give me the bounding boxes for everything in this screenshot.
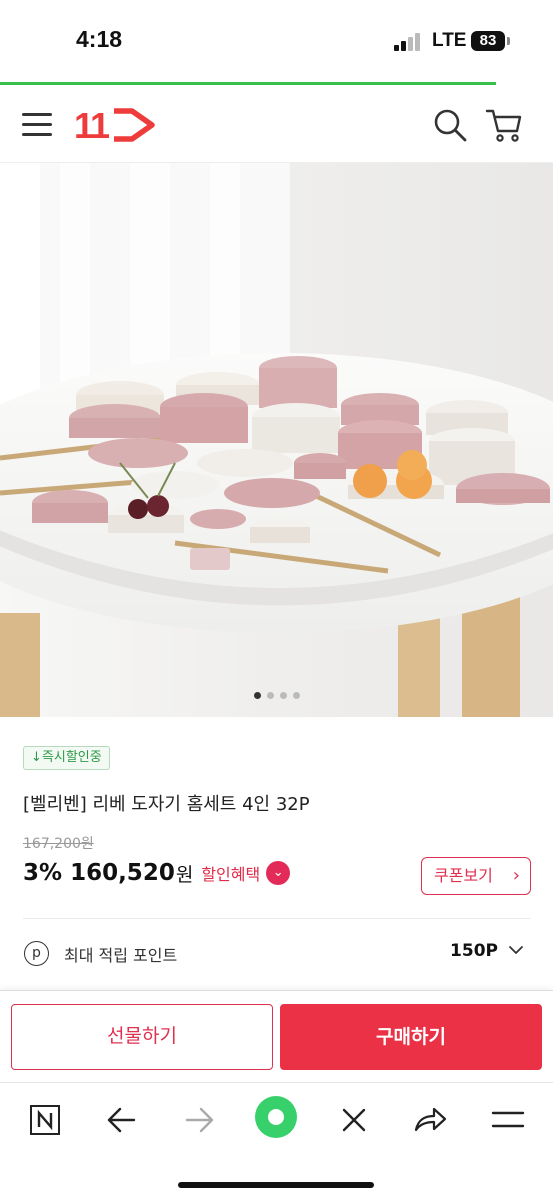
gift-button[interactable]: 선물하기	[11, 1004, 273, 1070]
green-dot-icon[interactable]	[254, 1095, 298, 1139]
status-time: 4:18	[76, 26, 123, 52]
cart-icon[interactable]	[484, 105, 524, 145]
signal-icon	[394, 31, 422, 51]
point-p-icon: p	[24, 941, 49, 966]
chevron-down-icon[interactable]	[508, 942, 524, 958]
search-icon[interactable]	[432, 107, 468, 143]
carousel-dot-3[interactable]	[279, 692, 287, 699]
menu-icon[interactable]	[22, 111, 52, 137]
product-image[interactable]	[0, 163, 553, 717]
carousel-dot-4[interactable]	[292, 692, 300, 699]
browser-toolbar	[0, 1082, 553, 1200]
hamburger-icon[interactable]	[488, 1099, 528, 1139]
eleven-st-logo[interactable]: 11	[74, 105, 158, 145]
logo-text: 11	[74, 105, 110, 145]
purchase-action-bar: 선물하기 구매하기	[0, 990, 553, 1082]
discount-benefit-link[interactable]: 할인혜택	[201, 861, 260, 885]
app-header: 11	[0, 85, 553, 163]
share-icon[interactable]	[410, 1099, 450, 1139]
buy-button[interactable]: 구매하기	[280, 1004, 542, 1070]
divider	[23, 918, 530, 919]
coupon-button-label: 쿠폰보기	[434, 866, 493, 885]
battery-icon: 83	[471, 31, 505, 51]
coupon-view-button[interactable]: 쿠폰보기 ›	[421, 857, 531, 895]
forward-arrow-icon[interactable]	[180, 1099, 220, 1139]
points-label: 최대 적립 포인트	[64, 946, 178, 965]
chevron-down-badge-icon[interactable]: ⌄	[266, 861, 291, 885]
home-indicator	[178, 1182, 374, 1188]
instant-discount-badge: ↓즉시할인중	[23, 746, 110, 770]
discount-rate: 3%	[23, 860, 63, 886]
chevron-right-icon: ›	[512, 865, 520, 886]
points-value: 150P	[450, 941, 498, 961]
tableware-photo	[0, 163, 553, 717]
product-title: [벨리벤] 리베 도자기 홈세트 4인 32P	[23, 794, 310, 815]
status-bar: 4:18 LTE 83	[0, 0, 553, 82]
carousel-dots[interactable]	[0, 684, 553, 699]
original-price: 167,200원	[23, 836, 94, 852]
network-label: LTE	[432, 30, 467, 51]
naver-home-icon[interactable]	[26, 1099, 66, 1139]
carousel-dot-1[interactable]	[253, 692, 261, 699]
price-row: 3% 160,520 원 할인혜택 ⌄	[23, 856, 291, 890]
close-icon[interactable]	[334, 1099, 374, 1139]
currency-unit: 원	[175, 863, 194, 886]
carousel-dot-2[interactable]	[266, 692, 274, 699]
points-row[interactable]: p 최대 적립 포인트 150P	[23, 936, 530, 972]
back-arrow-icon[interactable]	[102, 1099, 142, 1139]
battery-tip	[507, 37, 510, 45]
sale-price: 160,520	[70, 860, 175, 886]
